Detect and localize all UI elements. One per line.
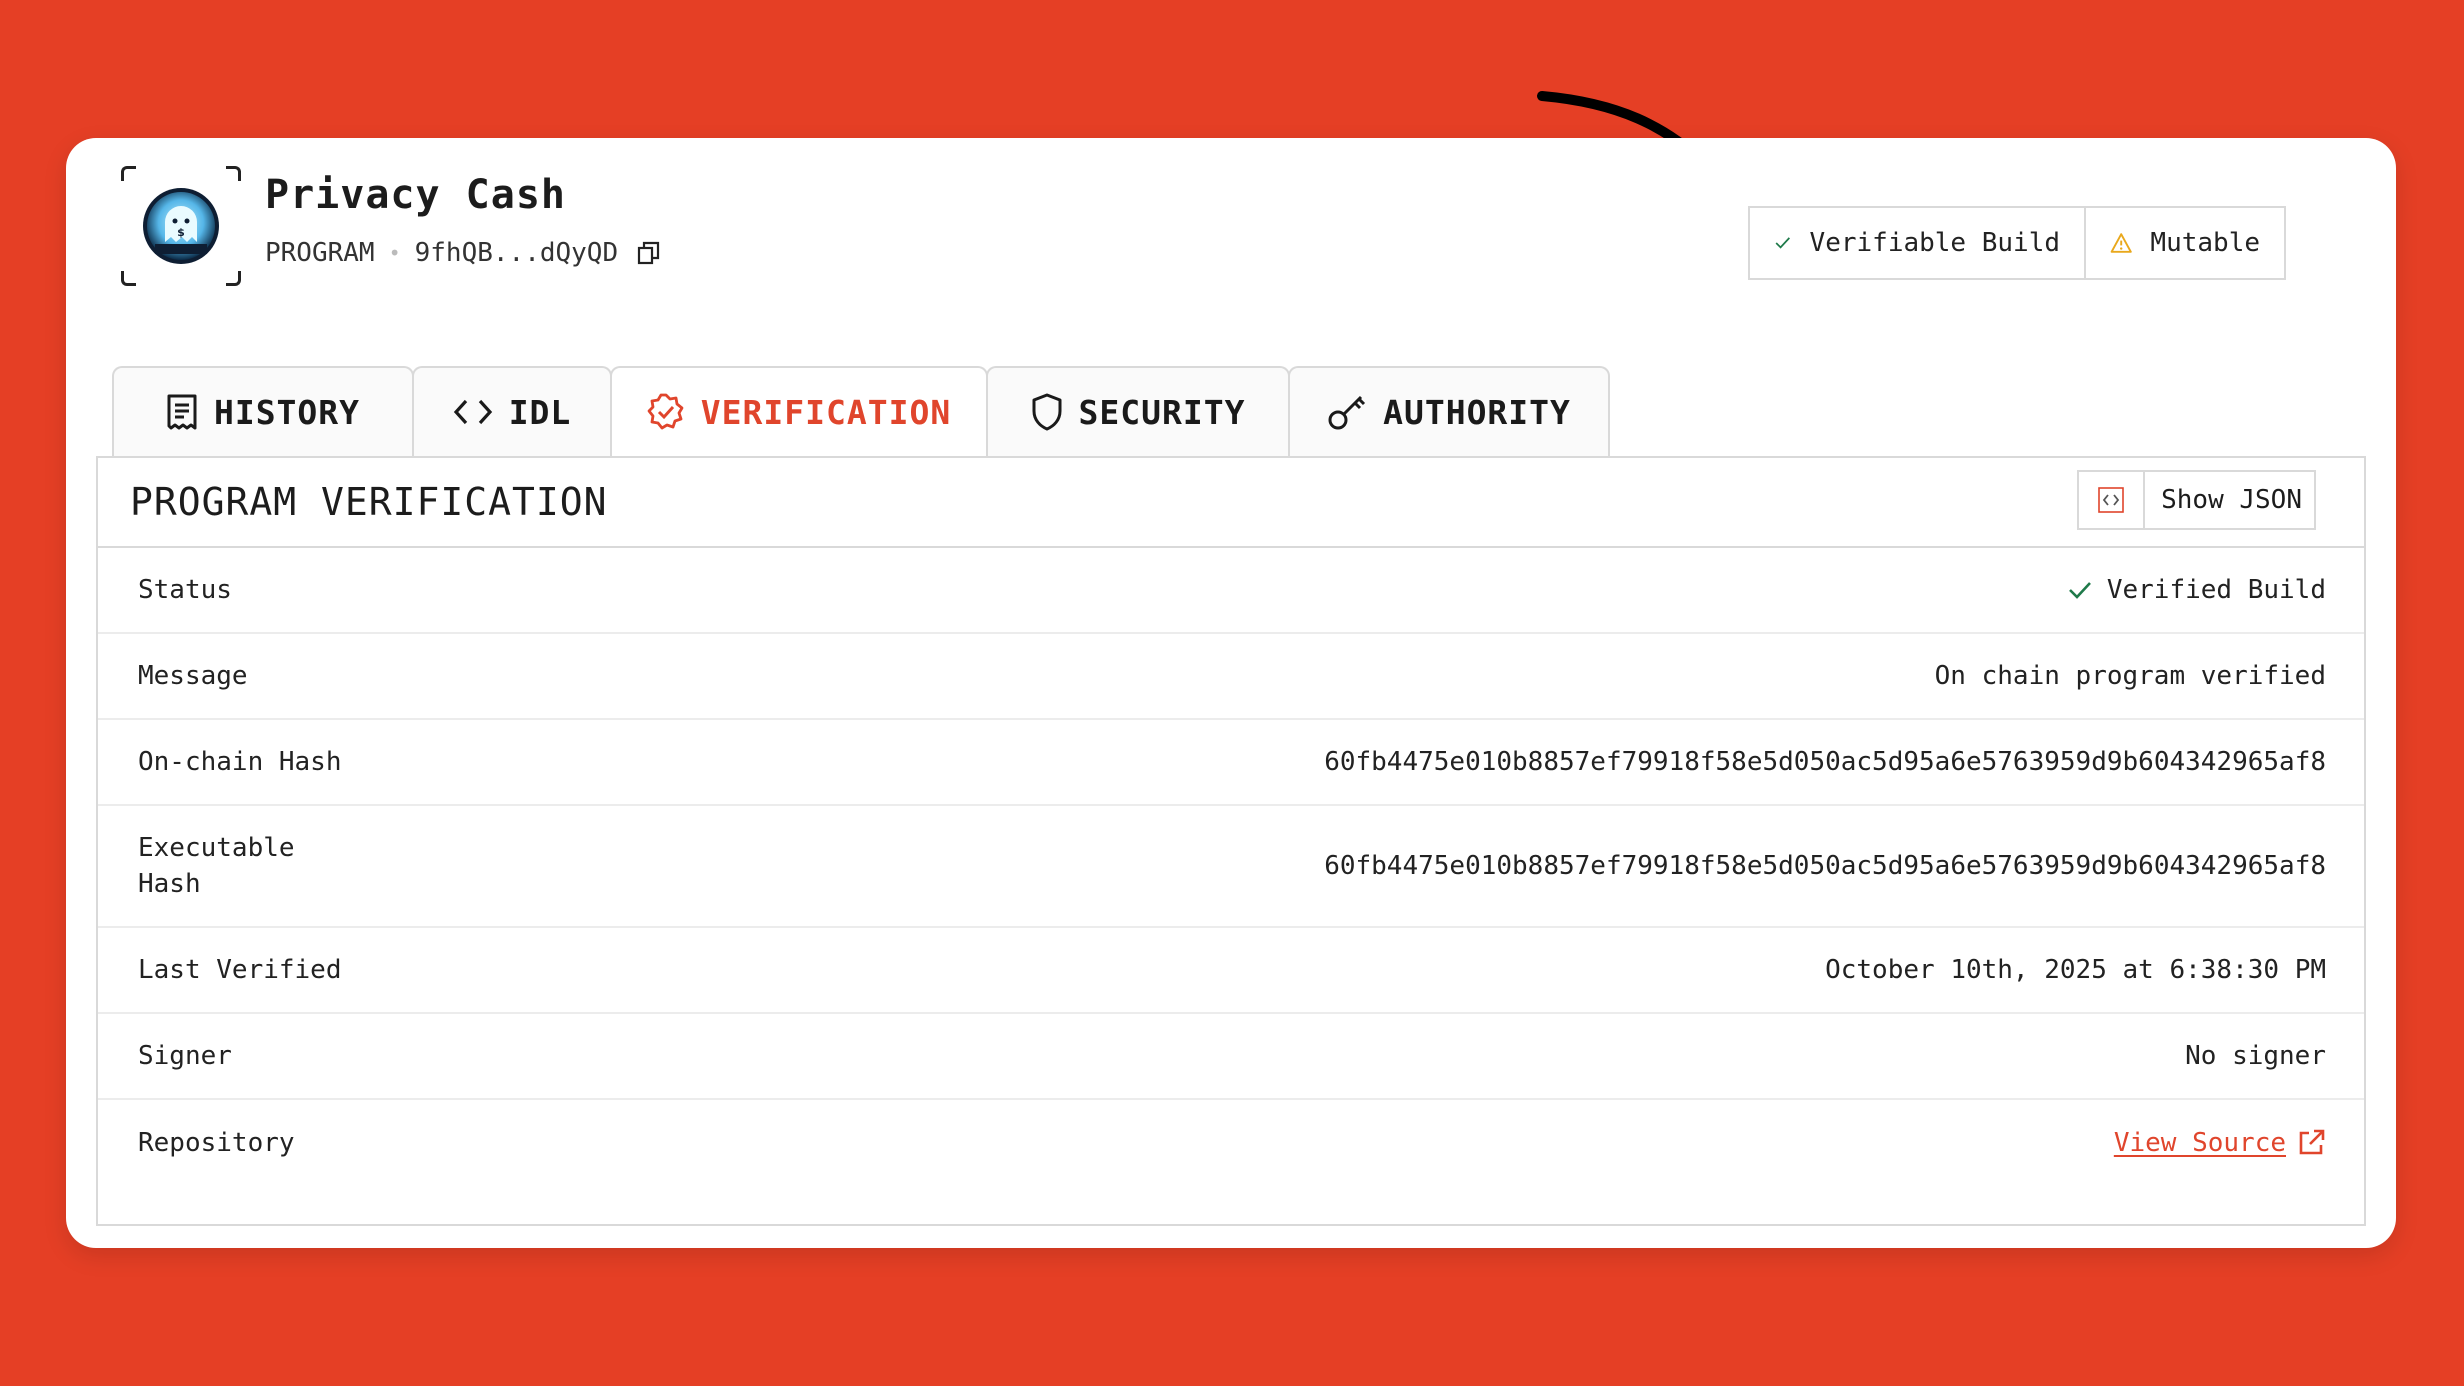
tab-security-label: SECURITY xyxy=(1078,392,1246,432)
tab-verification-label: VERIFICATION xyxy=(700,392,952,432)
program-name: Privacy Cash xyxy=(265,172,566,218)
row-label: Status xyxy=(138,575,232,605)
panel-header: PROGRAM VERIFICATION Show JSON xyxy=(98,458,2364,548)
row-label: On-chain Hash xyxy=(138,747,342,777)
row-repository: Repository View Source xyxy=(98,1100,2364,1186)
tab-security[interactable]: SECURITY xyxy=(986,366,1290,456)
row-last-verified: Last Verified October 10th, 2025 at 6:38… xyxy=(98,928,2364,1014)
program-card: $ Privacy Cash PROGRAM • 9fhQB...dQyQD V… xyxy=(66,138,2396,1248)
verifiable-build-label: Verifiable Build xyxy=(1809,228,2060,258)
tab-history[interactable]: HISTORY xyxy=(112,366,414,456)
row-label-line2: Hash xyxy=(138,869,201,899)
view-source-label[interactable]: View Source xyxy=(2114,1128,2286,1158)
row-label: Executable Hash xyxy=(138,830,295,902)
check-icon xyxy=(1775,237,1790,249)
row-message: Message On chain program verified xyxy=(98,634,2364,720)
view-source-link[interactable]: View Source xyxy=(2114,1128,2326,1158)
row-onchain-hash: On-chain Hash 60fb4475e010b8857ef79918f5… xyxy=(98,720,2364,806)
program-type-label: PROGRAM xyxy=(265,238,375,268)
program-subline: PROGRAM • 9fhQB...dQyQD xyxy=(265,238,662,268)
row-executable-hash: Executable Hash 60fb4475e010b8857ef79918… xyxy=(98,806,2364,928)
status-badges: Verifiable Build Mutable xyxy=(1748,206,2286,280)
tab-authority-label: AUTHORITY xyxy=(1383,392,1571,432)
key-icon xyxy=(1328,395,1366,430)
tab-history-label: HISTORY xyxy=(213,392,361,432)
row-label: Message xyxy=(138,661,248,691)
mutable-badge[interactable]: Mutable xyxy=(2084,208,2284,278)
row-value: No signer xyxy=(2185,1041,2326,1071)
tab-bar: HISTORY IDL VERIFICATION SECURITY AUTHOR… xyxy=(112,366,1610,456)
external-link-icon[interactable] xyxy=(2296,1128,2326,1158)
tab-idl[interactable]: IDL xyxy=(412,366,612,456)
mutable-label: Mutable xyxy=(2150,228,2260,258)
verifiable-build-badge[interactable]: Verifiable Build xyxy=(1750,208,2084,278)
receipt-icon xyxy=(167,394,197,430)
copy-icon[interactable] xyxy=(636,240,662,266)
row-value: October 10th, 2025 at 6:38:30 PM xyxy=(1825,955,2326,985)
warning-icon xyxy=(2110,233,2132,253)
row-label: Last Verified xyxy=(138,955,342,985)
row-value: 60fb4475e010b8857ef79918f58e5d050ac5d95a… xyxy=(1324,747,2326,777)
status-value: Verified Build xyxy=(2067,575,2326,605)
row-label: Signer xyxy=(138,1041,232,1071)
code-icon xyxy=(453,399,492,425)
row-value: Verified Build xyxy=(2106,575,2326,605)
svg-text:$: $ xyxy=(177,226,185,239)
row-value: On chain program verified xyxy=(1934,661,2326,691)
tab-authority[interactable]: AUTHORITY xyxy=(1288,366,1610,456)
row-signer: Signer No signer xyxy=(98,1014,2364,1100)
row-value: 60fb4475e010b8857ef79918f58e5d050ac5d95a… xyxy=(1324,851,2326,881)
tab-idl-label: IDL xyxy=(508,392,572,432)
row-label: Repository xyxy=(138,1128,295,1158)
verified-badge-icon xyxy=(647,393,684,430)
check-icon xyxy=(2068,582,2091,599)
code-square-icon xyxy=(2079,472,2146,528)
program-logo: $ xyxy=(121,166,241,286)
row-status: Status Verified Build xyxy=(98,548,2364,634)
panel-title: PROGRAM VERIFICATION xyxy=(130,480,608,524)
ghost-dollar-logo-icon: $ xyxy=(143,188,219,264)
show-json-button[interactable]: Show JSON xyxy=(2077,470,2316,530)
show-json-label: Show JSON xyxy=(2161,485,2302,515)
tab-verification[interactable]: VERIFICATION xyxy=(610,366,988,456)
shield-icon xyxy=(1032,393,1062,431)
row-label-line1: Executable xyxy=(138,833,295,863)
separator-dot: • xyxy=(388,241,401,265)
program-address[interactable]: 9fhQB...dQyQD xyxy=(415,238,619,268)
verification-panel: PROGRAM VERIFICATION Show JSON Status Ve… xyxy=(96,456,2366,1226)
